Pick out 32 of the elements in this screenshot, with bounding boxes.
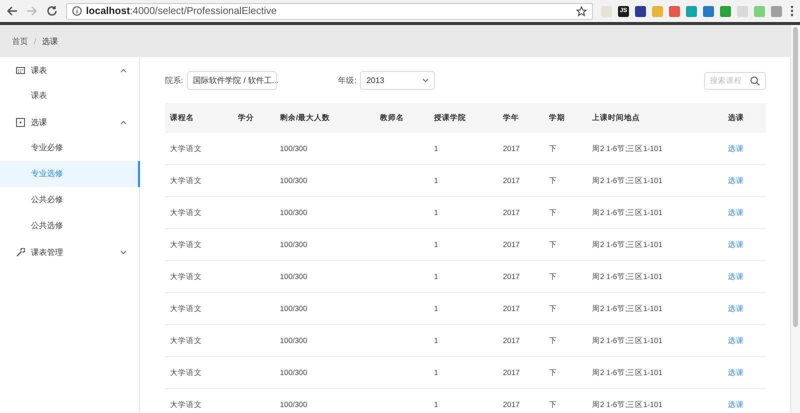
chevron-icon [422,78,430,83]
breadcrumb-item: 选课 [42,36,58,46]
calendar-icon [16,66,25,74]
menu-item[interactable]: 公共必修 [0,187,139,213]
search-icon [750,76,760,86]
menu-item[interactable]: 课表 [0,83,139,109]
menu-group[interactable]: 课表管理 [0,239,139,265]
chevron-icon [120,68,127,72]
menu-icon[interactable] [790,5,794,17]
menu-group[interactable]: 选课 [0,109,139,135]
star-icon[interactable] [576,6,587,16]
breadcrumb-item[interactable]: 首页 [12,36,28,46]
back-icon[interactable] [6,5,18,17]
filter-label: 院系: [165,75,184,86]
wrench-icon [16,248,25,256]
square-icon [16,118,25,126]
breadcrumb-separator: / [34,36,36,46]
address-bar[interactable]: localhost:4000/select/ProfessionalElective [66,2,593,20]
department-field[interactable]: 国际软件学院 / 软件工... [187,71,278,90]
menu-item[interactable]: 专业必修 [0,135,139,161]
extension-icon[interactable] [635,6,646,16]
scrollbar[interactable] [790,25,800,413]
forward-icon[interactable] [26,5,38,17]
grade-select[interactable]: 2013 [360,71,436,90]
filter-label: 年级: [338,75,356,86]
reload-icon[interactable] [46,5,58,17]
menu-group[interactable]: 课表 [0,57,139,83]
info-icon [72,6,82,16]
extension-icon[interactable] [703,6,714,16]
chevron-icon [120,250,127,254]
menu-item[interactable]: 公共选修 [0,213,139,239]
chevron-icon [120,120,127,124]
